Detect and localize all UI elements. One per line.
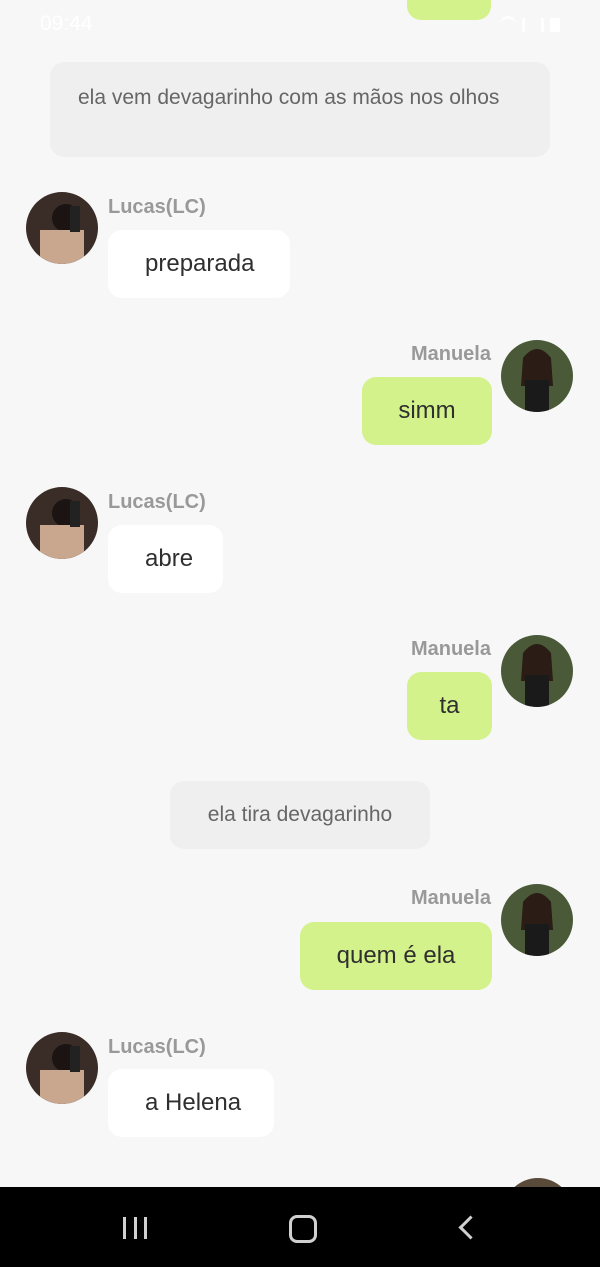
narration-message: ela vem devagarinho com as mãos nos olho…	[50, 62, 550, 157]
outgoing-bubble[interactable]: quem é ela	[300, 922, 492, 990]
incoming-bubble[interactable]: a Helena	[108, 1069, 274, 1137]
avatar-manuela[interactable]	[501, 884, 573, 956]
partial-avatar	[503, 1178, 573, 1187]
recent-apps-icon[interactable]	[123, 1217, 147, 1239]
signal-icon	[522, 17, 544, 32]
sender-name: Manuela	[410, 887, 491, 909]
sender-name: Lucas(LC)	[108, 196, 206, 218]
message-text: simm	[398, 397, 456, 424]
message-text: ta	[439, 692, 460, 719]
narration-text: ela vem devagarinho com as mãos nos olho…	[78, 86, 500, 109]
avatar-lucas[interactable]	[26, 192, 98, 264]
system-icons	[500, 16, 560, 33]
incoming-bubble[interactable]: preparada	[108, 230, 290, 298]
status-time: 09:44	[40, 12, 93, 35]
back-icon[interactable]	[458, 1215, 483, 1240]
narration-message: ela tira devagarinho	[170, 781, 430, 849]
outgoing-bubble[interactable]: simm	[362, 377, 492, 445]
narration-text: ela tira devagarinho	[207, 803, 393, 826]
battery-icon	[550, 17, 560, 32]
message-text: quem é ela	[336, 942, 456, 969]
avatar-manuela[interactable]	[501, 340, 573, 412]
avatar-lucas[interactable]	[26, 487, 98, 559]
avatar-manuela[interactable]	[501, 635, 573, 707]
sender-name: Manuela	[410, 638, 491, 660]
home-icon[interactable]	[289, 1215, 317, 1243]
status-bar: 09:44	[0, 0, 600, 50]
navigation-bar	[0, 1187, 600, 1267]
message-text: abre	[145, 545, 194, 572]
sender-name: Lucas(LC)	[108, 1036, 206, 1058]
message-text: a Helena	[145, 1089, 242, 1116]
wifi-icon	[500, 16, 516, 33]
sender-name: Manuela	[410, 343, 491, 365]
outgoing-bubble[interactable]: ta	[407, 672, 492, 740]
avatar-lucas[interactable]	[26, 1032, 98, 1104]
message-text: preparada	[145, 250, 255, 277]
incoming-bubble[interactable]: abre	[108, 525, 223, 593]
sender-name: Lucas(LC)	[108, 491, 206, 513]
